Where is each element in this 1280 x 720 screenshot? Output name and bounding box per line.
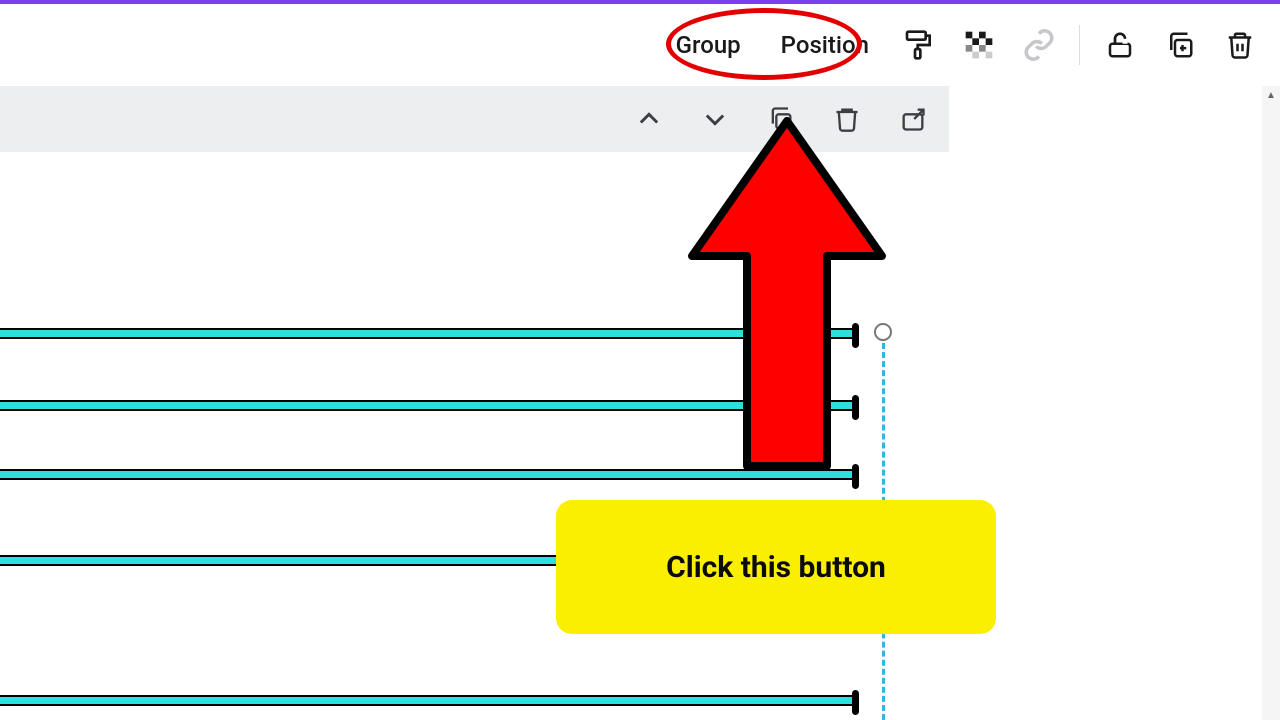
duplicate-icon[interactable] (1160, 25, 1200, 65)
share-icon[interactable] (895, 101, 931, 137)
move-up-icon[interactable] (631, 101, 667, 137)
scroll-up-icon[interactable]: ▲ (1262, 86, 1280, 104)
canvas-line[interactable] (0, 555, 582, 566)
canvas-line[interactable] (0, 695, 855, 706)
group-button[interactable]: Group (666, 25, 751, 65)
link-icon[interactable] (1019, 25, 1059, 65)
vertical-scrollbar[interactable]: ▲ (1262, 86, 1280, 720)
move-down-icon[interactable] (697, 101, 733, 137)
lock-icon[interactable] (1100, 25, 1140, 65)
trash-icon[interactable] (1220, 25, 1260, 65)
toolbar-divider (1079, 25, 1080, 65)
floating-toolbar (0, 86, 949, 152)
copy-icon[interactable] (763, 101, 799, 137)
paint-roller-icon[interactable] (899, 25, 939, 65)
delete-icon[interactable] (829, 101, 865, 137)
annotation-callout: Click this button (556, 500, 996, 634)
canvas-line[interactable] (0, 469, 855, 480)
canvas-line[interactable] (0, 400, 855, 411)
rotation-handle[interactable] (874, 323, 892, 341)
top-toolbar: Group Position (0, 4, 1280, 86)
canvas[interactable] (0, 152, 949, 720)
callout-text: Click this button (666, 550, 886, 585)
position-button[interactable]: Position (771, 25, 879, 65)
transparency-icon[interactable] (959, 25, 999, 65)
canvas-line[interactable] (0, 328, 855, 339)
